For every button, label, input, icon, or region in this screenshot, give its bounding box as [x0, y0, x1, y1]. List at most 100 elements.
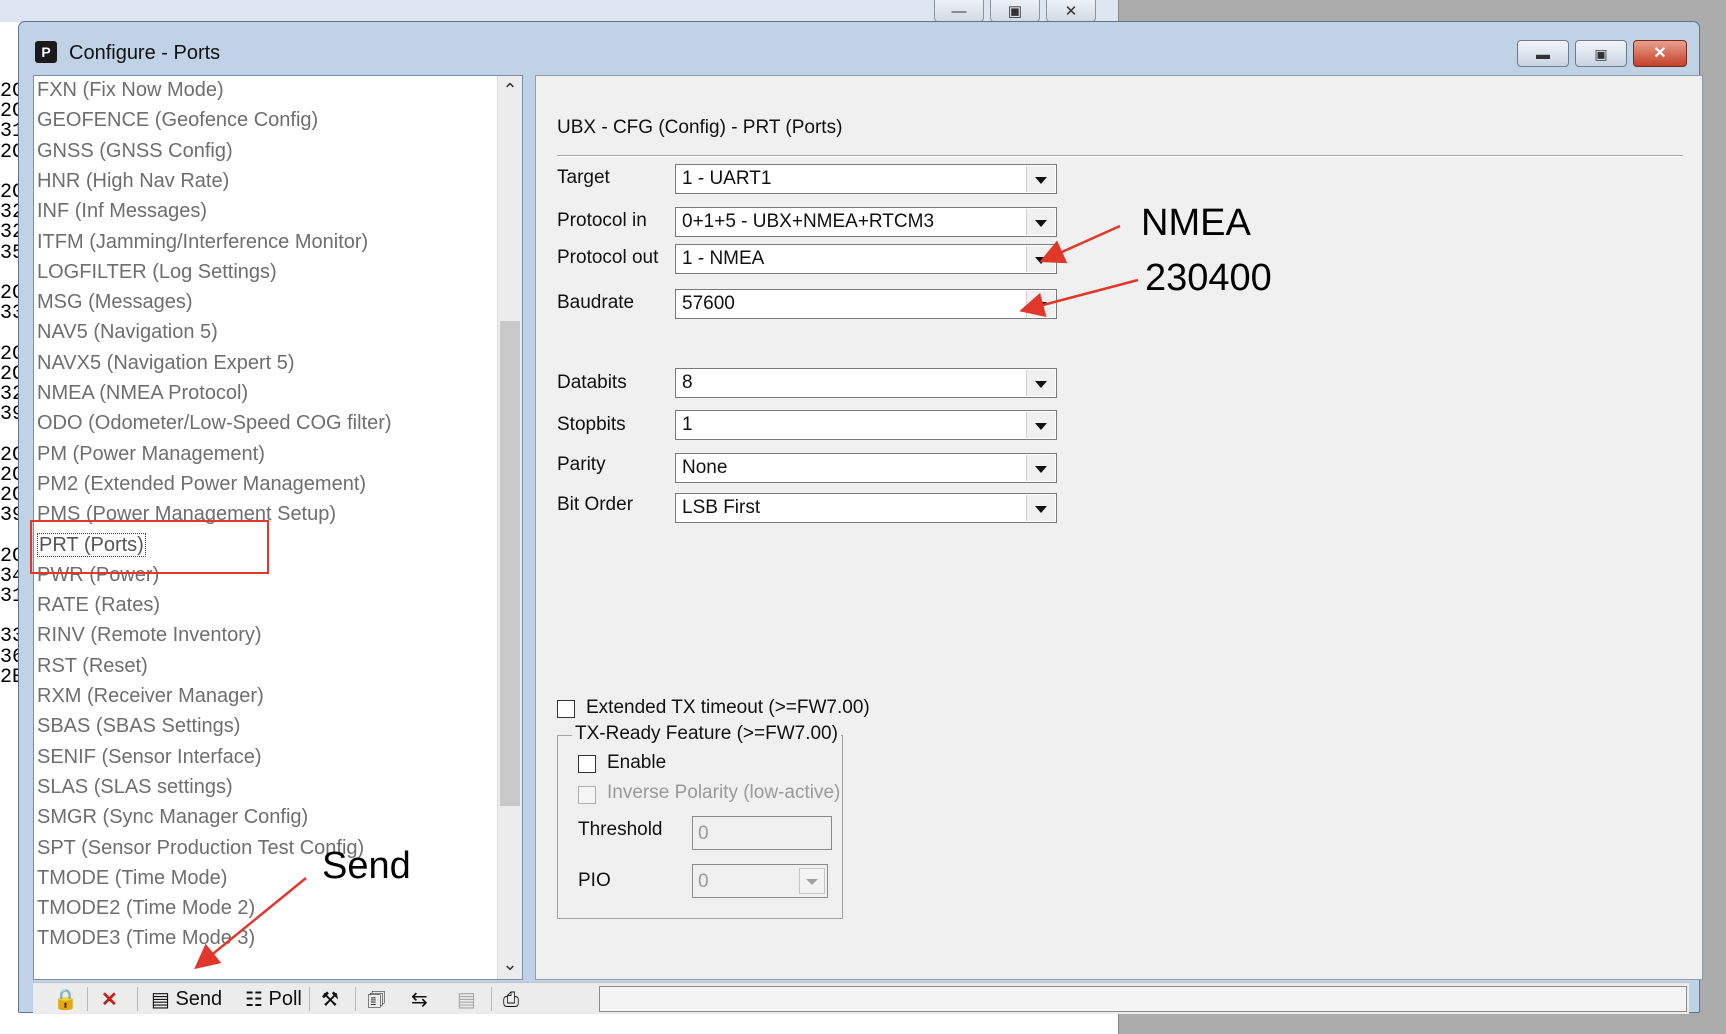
- close-icon: ✕: [1064, 3, 1078, 20]
- send-button[interactable]: ▤ Send: [151, 985, 222, 1013]
- lock-icon: 🔒: [53, 988, 78, 1011]
- background-close-button[interactable]: ✕: [1046, 0, 1096, 22]
- list-item[interactable]: GEOFENCE (Geofence Config): [37, 106, 318, 134]
- bit-order-select[interactable]: LSB First: [675, 493, 1057, 523]
- list-item[interactable]: TMODE2 (Time Mode 2): [37, 894, 255, 922]
- chevron-down-icon[interactable]: [1026, 246, 1055, 272]
- list-item[interactable]: ODO (Odometer/Low-Speed COG filter): [37, 409, 392, 437]
- baudrate-select[interactable]: 57600: [675, 289, 1057, 319]
- list-item[interactable]: NAV5 (Navigation 5): [37, 318, 218, 346]
- lock-button[interactable]: 🔒: [53, 985, 78, 1013]
- databits-label: Databits: [557, 372, 627, 393]
- list-item[interactable]: RXM (Receiver Manager): [37, 682, 264, 710]
- chevron-down-icon[interactable]: [1026, 209, 1055, 235]
- scroll-thumb[interactable]: [500, 321, 520, 806]
- protocol-out-value: 1 - NMEA: [682, 248, 765, 269]
- maximize-button[interactable]: ▣: [1575, 40, 1627, 67]
- send-icon: ▤: [151, 988, 170, 1011]
- background-window-controls: — ▣ ✕: [934, 0, 1102, 22]
- extended-tx-checkbox[interactable]: [557, 700, 575, 718]
- scroll-down-icon[interactable]: ⌄: [498, 954, 522, 975]
- list-item[interactable]: SPT (Sensor Production Test Config): [37, 834, 364, 862]
- list-item[interactable]: SBAS (SBAS Settings): [37, 712, 240, 740]
- background-fragment: 35: [0, 241, 19, 265]
- threshold-input[interactable]: 0: [692, 816, 832, 850]
- list-item[interactable]: HNR (High Nav Rate): [37, 167, 229, 195]
- list-item[interactable]: PM2 (Extended Power Management): [37, 470, 366, 498]
- status-field: [599, 986, 1687, 1012]
- poll-icon: ☷: [245, 988, 263, 1011]
- chevron-down-icon[interactable]: [799, 868, 825, 894]
- list-item[interactable]: GNSS (GNSS Config): [37, 137, 233, 165]
- target-select[interactable]: 1 - UART1: [675, 164, 1057, 194]
- list-item[interactable]: MSG (Messages): [37, 288, 193, 316]
- print-button[interactable]: ⎙: [503, 985, 519, 1013]
- background-minimize-button[interactable]: —: [934, 0, 984, 22]
- list-item[interactable]: RATE (Rates): [37, 591, 160, 619]
- databits-select[interactable]: 8: [675, 368, 1057, 398]
- chevron-down-icon[interactable]: [1026, 291, 1055, 317]
- title-separator: [557, 155, 1683, 157]
- pio-select[interactable]: 0: [692, 864, 828, 898]
- chevron-down-icon[interactable]: [1026, 455, 1055, 481]
- minimize-button[interactable]: ▬: [1517, 40, 1569, 67]
- list-item[interactable]: FXN (Fix Now Mode): [37, 76, 224, 104]
- tools-button[interactable]: ⚒: [321, 985, 339, 1013]
- list-item[interactable]: LOGFILTER (Log Settings): [37, 258, 277, 286]
- bit-order-label: Bit Order: [557, 494, 634, 515]
- copy-icon: 🗊: [367, 988, 386, 1011]
- stopbits-select[interactable]: 1: [675, 410, 1057, 440]
- baudrate-value: 57600: [682, 293, 735, 314]
- parity-select[interactable]: None: [675, 453, 1057, 483]
- list-item-label: RXM (Receiver Manager): [37, 685, 264, 707]
- chevron-down-icon[interactable]: [1026, 495, 1055, 521]
- list-item[interactable]: RINV (Remote Inventory): [37, 621, 262, 649]
- list-item[interactable]: ITFM (Jamming/Interference Monitor): [37, 228, 368, 256]
- minimize-icon: ▬: [1536, 46, 1550, 62]
- import-icon: ⇆: [411, 988, 428, 1011]
- list-item[interactable]: TMODE (Time Mode): [37, 864, 227, 892]
- inverse-polarity-checkbox[interactable]: [578, 786, 596, 804]
- target-value: 1 - UART1: [682, 168, 772, 189]
- delete-button[interactable]: ✕: [101, 985, 118, 1013]
- close-button[interactable]: ✕: [1633, 40, 1687, 67]
- list-item[interactable]: RST (Reset): [37, 652, 148, 680]
- export-button[interactable]: ▤: [457, 985, 476, 1013]
- list-item[interactable]: SLAS (SLAS settings): [37, 773, 233, 801]
- load-button[interactable]: ⇆: [411, 985, 428, 1013]
- minimize-icon: —: [951, 3, 967, 20]
- enable-checkbox[interactable]: [578, 755, 596, 773]
- chevron-down-icon[interactable]: [1026, 166, 1055, 192]
- list-item-label: LOGFILTER (Log Settings): [37, 260, 277, 283]
- scroll-up-icon[interactable]: ⌃: [498, 80, 522, 101]
- list-item[interactable]: INF (Inf Messages): [37, 197, 207, 225]
- list-item-label: MSG (Messages): [37, 291, 193, 314]
- protocol-in-value: 0+1+5 - UBX+NMEA+RTCM3: [682, 211, 935, 232]
- protocol-in-select[interactable]: 0+1+5 - UBX+NMEA+RTCM3: [675, 207, 1057, 237]
- list-item[interactable]: NAVX5 (Navigation Expert 5): [37, 349, 295, 377]
- list-scrollbar[interactable]: ⌃ ⌄: [497, 76, 522, 979]
- list-item-label: RATE (Rates): [37, 594, 160, 617]
- chevron-down-icon[interactable]: [1026, 370, 1055, 396]
- list-item-label: SMGR (Sync Manager Config): [37, 806, 309, 829]
- list-item[interactable]: TMODE3 (Time Mode 3): [37, 924, 255, 952]
- print-icon: ⎙: [503, 988, 519, 1011]
- parity-label: Parity: [557, 454, 606, 475]
- background-restore-button[interactable]: ▣: [990, 0, 1040, 22]
- protocol-out-label: Protocol out: [557, 247, 659, 268]
- stopbits-value: 1: [682, 414, 693, 435]
- chevron-down-icon[interactable]: [1026, 412, 1055, 438]
- poll-button[interactable]: ☷ Poll: [245, 985, 302, 1013]
- copy-button[interactable]: 🗊: [367, 985, 386, 1013]
- list-item-label: INF (Inf Messages): [37, 200, 208, 223]
- toolbar-separator: [309, 987, 310, 1011]
- list-item[interactable]: NMEA (NMEA Protocol): [37, 379, 248, 407]
- list-item[interactable]: PM (Power Management): [37, 440, 265, 468]
- txready-legend: TX-Ready Feature (>=FW7.00): [572, 723, 841, 745]
- list-item[interactable]: SENIF (Sensor Interface): [37, 743, 262, 771]
- protocol-out-select[interactable]: 1 - NMEA: [675, 244, 1057, 274]
- list-item-label: TMODE2 (Time Mode 2): [37, 897, 256, 920]
- titlebar[interactable]: P Configure - Ports ▬ ▣ ✕: [19, 22, 1699, 74]
- list-item[interactable]: SMGR (Sync Manager Config): [37, 803, 308, 831]
- list-item-label: SLAS (SLAS settings): [37, 775, 233, 798]
